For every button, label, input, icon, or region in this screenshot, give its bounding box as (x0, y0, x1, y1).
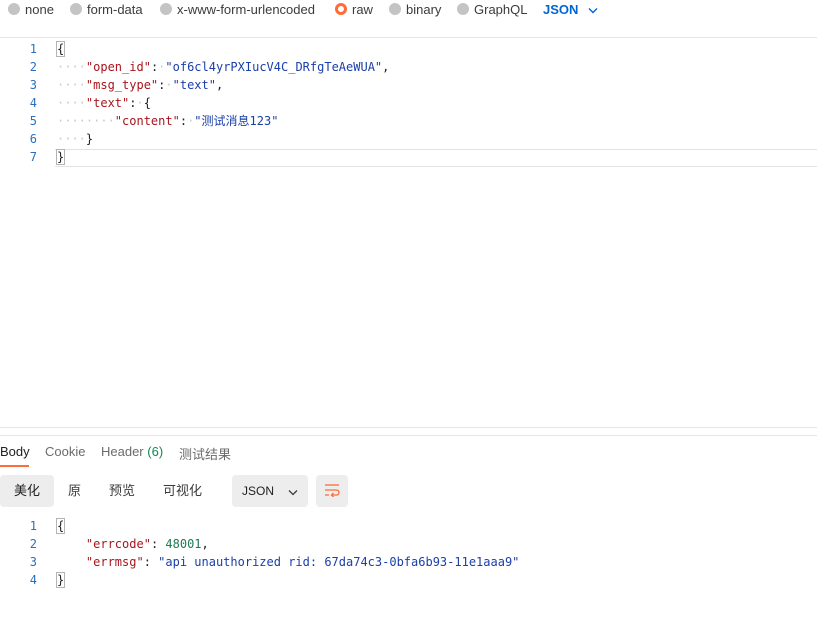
radio-dot-selected-icon (335, 3, 347, 15)
code-line: 4 } (0, 571, 817, 589)
line-number: 3 (29, 78, 37, 92)
line-number: 7 (29, 150, 37, 164)
radio-none[interactable]: none (8, 1, 54, 17)
json-brace: { (55, 518, 66, 534)
code-text: ····"open_id":·"of6cl4yrPXIucV4C_DRfgTeA… (57, 60, 390, 74)
line-number: 1 (29, 42, 37, 56)
json-string: "测试消息123" (194, 114, 279, 128)
radio-dot-icon (8, 3, 20, 15)
json-brace: } (55, 572, 66, 588)
code-line: 3 ····"msg_type":·"text", (0, 76, 817, 94)
json-string: "of6cl4yrPXIucV4C_DRfgTeAeWUA" (165, 60, 383, 74)
language-select-label: JSON (543, 1, 579, 17)
line-number: 2 (29, 537, 37, 551)
code-line: 4 ····"text":·{ (0, 94, 817, 112)
radio-form-data[interactable]: form-data (70, 1, 143, 17)
radio-label-graphql: GraphQL (474, 1, 528, 17)
code-text: } (55, 148, 66, 166)
code-text: "errmsg": "api unauthorized rid: 67da74c… (85, 555, 520, 569)
code-text: "errcode": 48001, (85, 537, 209, 551)
wrap-lines-button[interactable] (316, 475, 348, 507)
code-line: 1 { (0, 40, 817, 58)
code-line: 1 { (0, 517, 817, 535)
radio-raw[interactable]: raw (335, 1, 373, 17)
json-key: "errcode" (85, 537, 151, 551)
code-text: { (55, 40, 66, 58)
response-format-select[interactable]: JSON (232, 475, 308, 507)
tab-test-results[interactable]: 测试结果 (179, 444, 231, 463)
tab-body[interactable]: Body (0, 444, 30, 459)
view-mode-group: 美化 原 预览 可视化 (0, 475, 216, 507)
code-text: ········"content":·"测试消息123" (57, 114, 279, 128)
radio-label-binary: binary (406, 1, 442, 17)
code-text: ····"msg_type":·"text", (57, 78, 224, 92)
code-line: 3 "errmsg": "api unauthorized rid: 67da7… (0, 553, 817, 571)
view-visualize-button[interactable]: 可视化 (149, 475, 216, 507)
header-count-badge: (6) (147, 444, 164, 459)
json-key: "text" (85, 96, 130, 110)
json-string: "api unauthorized rid: 67da74c3-0bfa6b93… (158, 555, 520, 569)
line-number: 4 (29, 96, 37, 110)
radio-label-none: none (25, 1, 54, 17)
view-pretty-button[interactable]: 美化 (0, 475, 55, 507)
line-number: 2 (29, 60, 37, 74)
json-key: "content" (114, 114, 180, 128)
chevron-down-icon (588, 2, 598, 17)
json-key: "errmsg" (85, 555, 144, 569)
code-line: 2 ····"open_id":·"of6cl4yrPXIucV4C_DRfgT… (0, 58, 817, 76)
active-tab-indicator (0, 465, 29, 467)
chevron-down-icon (288, 484, 298, 499)
json-brace: } (55, 149, 66, 165)
code-text: ····"text":·{ (57, 96, 151, 110)
code-line: 2 "errcode": 48001, (0, 535, 817, 553)
tab-header-label: Header (101, 444, 144, 459)
line-number: 6 (29, 132, 37, 146)
radio-graphql[interactable]: GraphQL (457, 1, 528, 17)
wrap-lines-icon (324, 483, 340, 500)
json-key: "open_id" (85, 60, 151, 74)
line-number: 3 (29, 555, 37, 569)
code-text: } (55, 571, 66, 589)
radio-dot-icon (160, 3, 172, 15)
code-text: { (55, 517, 66, 535)
response-tabs: Body Cookie Header (6) 测试结果 (0, 435, 817, 468)
radio-dot-icon (457, 3, 469, 15)
code-line: 5 ········"content":·"测试消息123" (0, 112, 817, 130)
code-text: ····} (57, 132, 94, 146)
language-select[interactable]: JSON (543, 1, 598, 17)
tab-cookie[interactable]: Cookie (45, 444, 85, 459)
view-raw-button[interactable]: 原 (54, 475, 95, 507)
json-number: 48001 (165, 537, 202, 551)
radio-label-form-data: form-data (87, 1, 143, 17)
code-line: 6 ····} (0, 130, 817, 148)
radio-label-raw: raw (352, 1, 373, 17)
json-key: "msg_type" (85, 78, 159, 92)
line-number: 5 (29, 114, 37, 128)
radio-binary[interactable]: binary (389, 1, 442, 17)
line-number: 1 (29, 519, 37, 533)
radio-dot-icon (70, 3, 82, 15)
request-body-editor[interactable]: 1 { 2 ····"open_id":·"of6cl4yrPXIucV4C_D… (0, 37, 817, 428)
body-type-selector: none form-data x-www-form-urlencoded raw… (0, 0, 817, 18)
radio-dot-icon (389, 3, 401, 15)
response-body-viewer[interactable]: 1 { 2 "errcode": 48001, 3 "errmsg": "api… (0, 516, 817, 596)
view-preview-button[interactable]: 预览 (95, 475, 149, 507)
line-number: 4 (29, 573, 37, 587)
tab-header[interactable]: Header (6) (101, 444, 163, 459)
radio-x-www-form-urlencoded[interactable]: x-www-form-urlencoded (160, 1, 315, 17)
json-brace: { (55, 41, 66, 57)
json-string: "text" (172, 78, 216, 92)
radio-label-urlencoded: x-www-form-urlencoded (177, 1, 315, 17)
code-line: 7 } (0, 148, 817, 166)
format-select-label: JSON (242, 484, 275, 498)
